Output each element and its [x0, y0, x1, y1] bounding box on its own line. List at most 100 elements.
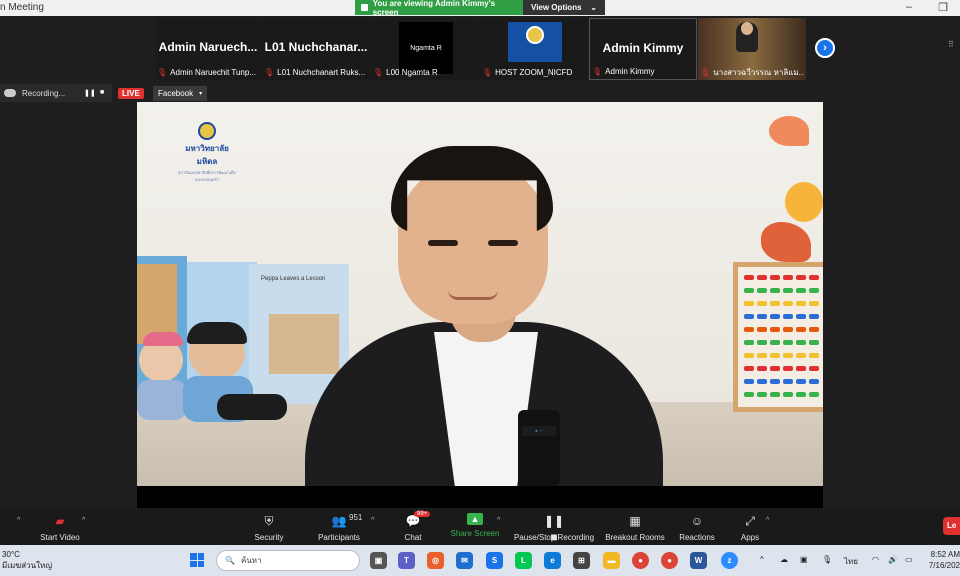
abacus-bead: [809, 340, 819, 345]
book-title: Peppa Leaves a Lesson: [261, 276, 326, 282]
weather-temp: 30°C: [2, 550, 20, 559]
apps-options-caret[interactable]: ^: [766, 517, 769, 524]
abacus-bead: [770, 366, 780, 371]
microphone-icon[interactable]: 🎙: [822, 555, 832, 564]
file-explorer-icon[interactable]: ▬: [603, 552, 620, 569]
task-view-icon[interactable]: ▣: [370, 552, 387, 569]
share-options-caret[interactable]: ^: [497, 517, 500, 524]
word-icon[interactable]: W: [690, 552, 707, 569]
chrome-profile-icon[interactable]: ●: [661, 552, 678, 569]
taskbar-search[interactable]: 🔍 ค้นหา: [216, 550, 360, 571]
pause-stop-recording-button[interactable]: ❚❚ ■ Pause/Stop Recording: [509, 513, 599, 544]
abacus-bead: [796, 314, 806, 319]
abacus-bead: [757, 275, 767, 280]
participant-tile[interactable]: 🎙 นางสาวฉวีวรรณ หาลิแม...: [698, 18, 806, 80]
abacus-bead: [809, 392, 819, 397]
abacus-bead: [757, 366, 767, 371]
abacus-bead: [809, 288, 819, 293]
mute-button[interactable]: ✕ ute: [0, 513, 18, 542]
store-icon[interactable]: ⊞: [573, 552, 590, 569]
participants-button[interactable]: 👥 Participants: [299, 513, 379, 542]
abacus-bead: [757, 301, 767, 306]
abacus-bead: [783, 366, 793, 371]
pause-recording-icon[interactable]: ❚❚: [84, 89, 96, 97]
viewing-indicator: You are viewing Admin Kimmy's screen: [355, 0, 523, 17]
participant-name-large: Admin Kimmy: [602, 41, 684, 55]
abacus-bead: [796, 301, 806, 306]
participant-strip: Admin Naruech... 🎙 Admin Naruechit Tunp..…: [0, 16, 960, 80]
participant-label: นางสาวฉวีวรรณ หาลิแม...: [713, 67, 804, 77]
viewing-text: You are viewing Admin Kimmy's screen: [372, 0, 496, 17]
skype-icon[interactable]: S: [486, 552, 503, 569]
participant-caption: 🎙 HOST ZOOM_NICFD: [482, 66, 586, 78]
zoom-icon[interactable]: z: [721, 552, 738, 569]
live-platform-dropdown[interactable]: Facebook ▾: [153, 86, 208, 101]
abacus-bead: [770, 340, 780, 345]
wifi-icon[interactable]: ◠: [872, 555, 879, 564]
participant-tile[interactable]: Admin Naruech... 🎙 Admin Naruechit Tunp..…: [155, 18, 261, 80]
participant-tile[interactable]: 🎙 HOST ZOOM_NICFD: [480, 18, 588, 80]
chrome-icon[interactable]: ●: [632, 552, 649, 569]
participant-tile[interactable]: L01 Nuchchanar... 🎙 L01 Nuchchanart Ruks.…: [262, 18, 370, 80]
university-subtitle: สถาบันแห่งชาติเพื่อการพัฒนาเด็กและครอบคร…: [178, 170, 236, 182]
mic-muted-icon: 🎙: [482, 67, 493, 77]
abacus-bead: [744, 392, 754, 397]
participant-tile-active[interactable]: Admin Kimmy 🎙 Admin Kimmy: [589, 18, 697, 80]
mic-muted-icon: 🎙: [592, 66, 603, 76]
leave-button[interactable]: Le: [943, 517, 960, 535]
abacus-bead: [770, 327, 780, 332]
view-options-label: View Options: [531, 3, 582, 12]
abacus-bead: [770, 392, 780, 397]
restore-icon[interactable]: ❐: [936, 1, 950, 14]
security-button[interactable]: ⛨ Security: [229, 513, 309, 542]
onedrive-icon[interactable]: ☁: [780, 555, 788, 564]
tray-chevron-icon[interactable]: ^: [760, 555, 764, 564]
line-icon[interactable]: L: [515, 552, 532, 569]
app-icon[interactable]: ◎: [427, 552, 444, 569]
apps-button[interactable]: ⤢ Apps: [710, 513, 790, 542]
abacus-bead: [744, 340, 754, 345]
clock-time: 8:52 AM: [930, 550, 960, 559]
abacus-bead: [809, 353, 819, 358]
volume-icon[interactable]: 🔊: [888, 555, 898, 564]
abacus-bead: [783, 379, 793, 384]
mail-icon[interactable]: ✉: [456, 552, 473, 569]
abacus-bead: [783, 314, 793, 319]
view-options-button[interactable]: View Options ⌄: [523, 0, 605, 15]
grid-handle-icon[interactable]: ⠿: [948, 40, 954, 49]
search-placeholder: ค้นหา: [240, 556, 262, 565]
abacus-bead: [783, 340, 793, 345]
share-screen-button[interactable]: ▲ Share Screen: [435, 513, 515, 538]
abacus-bead: [783, 288, 793, 293]
next-page-icon[interactable]: ›: [815, 38, 835, 58]
teams-icon[interactable]: T: [398, 552, 415, 569]
participant-tile[interactable]: Ngamta R 🎙 L00 Ngamta R: [371, 18, 479, 80]
abacus-bead: [796, 366, 806, 371]
minimize-icon[interactable]: –: [902, 1, 916, 13]
video-options-caret[interactable]: ^: [82, 517, 85, 524]
stop-recording-icon[interactable]: ■: [100, 89, 104, 96]
abacus-bead: [744, 314, 754, 319]
start-video-button[interactable]: ▰ Start Video: [20, 513, 100, 542]
battery-icon[interactable]: ▭: [905, 555, 913, 564]
windows-start-icon[interactable]: [190, 553, 204, 567]
language-indicator[interactable]: ไทย: [844, 555, 858, 568]
abacus-bead: [757, 340, 767, 345]
tray-app-icon[interactable]: ▣: [800, 555, 808, 564]
cloud-recording-icon: [4, 89, 16, 97]
abacus-bead: [770, 275, 780, 280]
abacus-bead: [770, 379, 780, 384]
mic-muted-icon: 🎙: [157, 67, 168, 77]
weather-widget[interactable]: 30°C มีเมฆส่วนใหญ่: [2, 549, 52, 571]
participant-label: L00 Ngamta R: [386, 67, 438, 77]
system-clock[interactable]: 8:52 AM 7/16/202: [924, 549, 960, 571]
windows-taskbar: 30°C มีเมฆส่วนใหญ่ 🔍 ค้นหา ▣ T ◎ ✉ S L e…: [0, 545, 960, 576]
recording-bar: Recording... ❚❚ ■ LIVE Facebook ▾: [0, 84, 960, 102]
abacus-bead: [809, 275, 819, 280]
abacus-bead: [744, 275, 754, 280]
abacus-bead: [757, 379, 767, 384]
mic-muted-icon: ✕: [0, 513, 1, 529]
chevron-down-icon: ⌄: [590, 3, 597, 12]
edge-icon[interactable]: e: [544, 552, 561, 569]
participant-caption: 🎙 L00 Ngamta R: [373, 66, 477, 78]
